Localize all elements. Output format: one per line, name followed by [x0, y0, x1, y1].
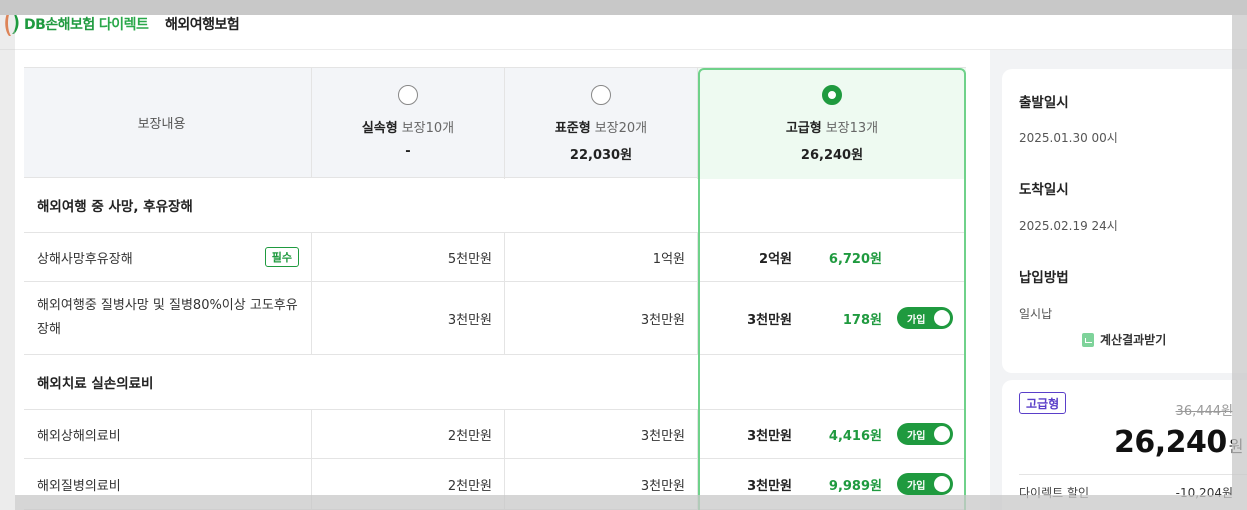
price-summary-card: 고급형 36,444원 26,240원 다이렉트 할인 -10,204원	[1002, 380, 1247, 510]
standard-amount: 3천만원	[505, 410, 698, 458]
toggle-knob	[934, 426, 950, 442]
section-title: 해외치료 실손의료비	[37, 376, 154, 392]
join-toggle[interactable]: 가입	[897, 423, 953, 445]
header-coverage-label: 보장내용	[24, 68, 312, 177]
plan-option-basic[interactable]: 실속형 보장10개 -	[312, 68, 505, 179]
selected-plan-badge: 고급형	[1019, 392, 1067, 414]
plan-coverage-premium: 보장13개	[825, 121, 879, 136]
join-toggle[interactable]: 가입	[897, 307, 953, 329]
brand-logo-text[interactable]: DB손해보험 다이렉트	[24, 14, 149, 34]
basic-amount: 3천만원	[312, 282, 505, 354]
premium-amount: 3천만원	[747, 428, 792, 444]
download-label: 계산결과받기	[1100, 333, 1167, 347]
plan-option-standard[interactable]: 표준형 보장20개 22,030원	[505, 68, 698, 179]
brand-sub: 다이렉트	[98, 17, 149, 33]
row-premium: 4,416원	[828, 428, 882, 444]
arrival-label: 도착일시	[1019, 182, 1069, 198]
basic-amount: 2천만원	[312, 410, 505, 458]
join-toggle[interactable]: 가입	[897, 473, 953, 495]
toggle-label: 가입	[907, 480, 926, 492]
toggle-label: 가입	[907, 314, 926, 326]
final-price: 26,240원	[1114, 425, 1244, 460]
arrival-value: 2025.02.19 24시	[1019, 219, 1118, 233]
required-badge: 필수	[264, 247, 299, 267]
brand-name: DB손해보험	[24, 17, 95, 33]
original-price: 36,444원	[1175, 404, 1233, 419]
toggle-label: 가입	[907, 430, 926, 442]
download-file-icon	[1082, 332, 1094, 347]
row-label: 해외여행중 질병사망 및 질병80%이상 고도후유장해	[24, 282, 312, 354]
trip-info-card: 출발일시 2025.01.30 00시 도착일시 2025.02.19 24시 …	[1002, 69, 1247, 373]
plan-coverage-standard: 보장20개	[594, 121, 648, 136]
toggle-cell: 가입	[894, 410, 956, 458]
plan-name-standard: 표준형 보장20개	[554, 121, 648, 136]
plan-radio-premium[interactable]	[822, 85, 842, 105]
plan-name-basic: 실속형 보장10개	[361, 121, 455, 136]
section-title-row: 해외치료 실손의료비	[24, 355, 966, 410]
row-premium: 6,720원	[828, 251, 882, 267]
divider	[1019, 474, 1247, 475]
toggle-knob	[934, 476, 950, 492]
premium-amount: 2억원	[759, 251, 792, 267]
download-result-button[interactable]: 계산결과받기	[1082, 331, 1166, 348]
table-row: 해외상해의료비 2천만원 3천만원 3천만원 4,416원 가입	[24, 410, 966, 459]
plan-option-premium[interactable]: 고급형 보장13개 26,240원	[698, 68, 966, 179]
departure-value: 2025.01.30 00시	[1019, 131, 1118, 145]
window-frame-left	[0, 15, 15, 510]
plan-coverage-basic: 보장10개	[401, 121, 455, 136]
departure-label: 출발일시	[1019, 95, 1069, 111]
toggle-knob	[934, 310, 950, 326]
table-row: 해외여행중 질병사망 및 질병80%이상 고도후유장해 3천만원 3천만원 3천…	[24, 282, 966, 355]
payment-label: 납입방법	[1019, 270, 1069, 286]
section-title: 해외여행 중 사망, 후유장해	[37, 199, 193, 215]
row-label: 상해사망후유장해	[37, 251, 133, 267]
table-row: 상해사망후유장해 필수 5천만원 1억원 2억원 6,720원	[24, 233, 966, 282]
row-label-cell: 상해사망후유장해 필수	[24, 233, 312, 281]
standard-amount: 1억원	[505, 233, 698, 281]
basic-amount: 5천만원	[312, 233, 505, 281]
window-frame-right	[1232, 15, 1247, 495]
plan-radio-standard[interactable]	[591, 85, 611, 105]
standard-amount: 3천만원	[505, 282, 698, 354]
page-title: 해외여행보험	[165, 17, 240, 33]
plan-price-standard: 22,030원	[569, 148, 633, 163]
premium-amount: 3천만원	[747, 312, 792, 328]
row-premium: 178원	[842, 312, 882, 328]
coverage-panel: 보장내용 실속형 보장10개 - 표준형 보장20개 22,030원 고급형 보장13…	[0, 50, 990, 510]
plan-radio-basic[interactable]	[398, 85, 418, 105]
window-frame-top	[0, 0, 1247, 15]
section-title-row: 해외여행 중 사망, 후유장해	[24, 178, 966, 233]
plan-name-premium: 고급형 보장13개	[785, 121, 879, 136]
plan-price-basic: -	[405, 144, 411, 159]
window-frame-bottom	[15, 495, 1247, 510]
toggle-cell: 가입	[894, 282, 956, 354]
row-label: 해외상해의료비	[24, 410, 312, 458]
plan-price-premium: 26,240원	[800, 148, 864, 163]
table-header-row: 보장내용 실속형 보장10개 - 표준형 보장20개 22,030원 고급형 보장13…	[24, 67, 966, 179]
payment-value: 일시납	[1019, 307, 1053, 321]
